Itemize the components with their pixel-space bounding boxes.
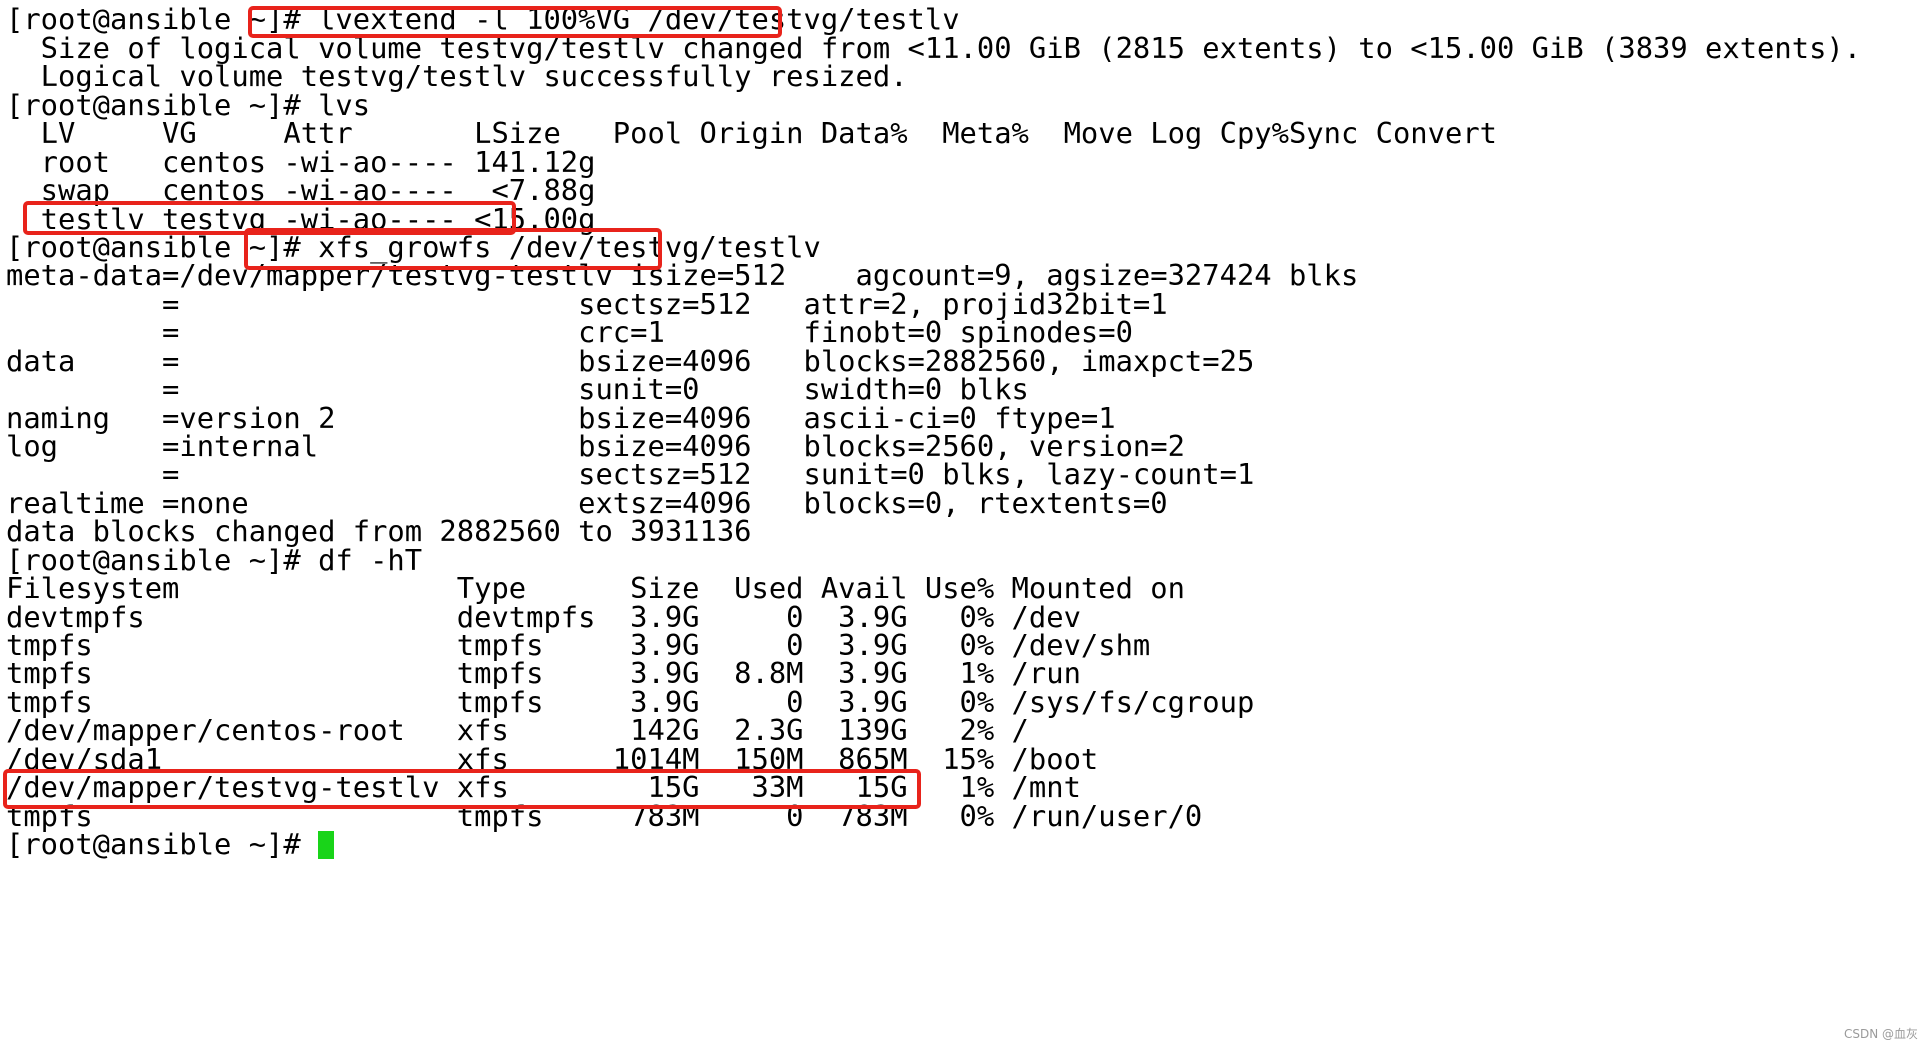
- watermark: CSDN @血灰: [1843, 1027, 1918, 1041]
- terminal-prompt[interactable]: [root@ansible ~]#: [6, 827, 335, 862]
- text-cursor: [318, 831, 335, 859]
- prompt-text: [root@ansible ~]#: [6, 827, 319, 861]
- terminal-window[interactable]: [root@ansible ~]# lvextend -l 100%VG /de…: [0, 0, 1932, 1050]
